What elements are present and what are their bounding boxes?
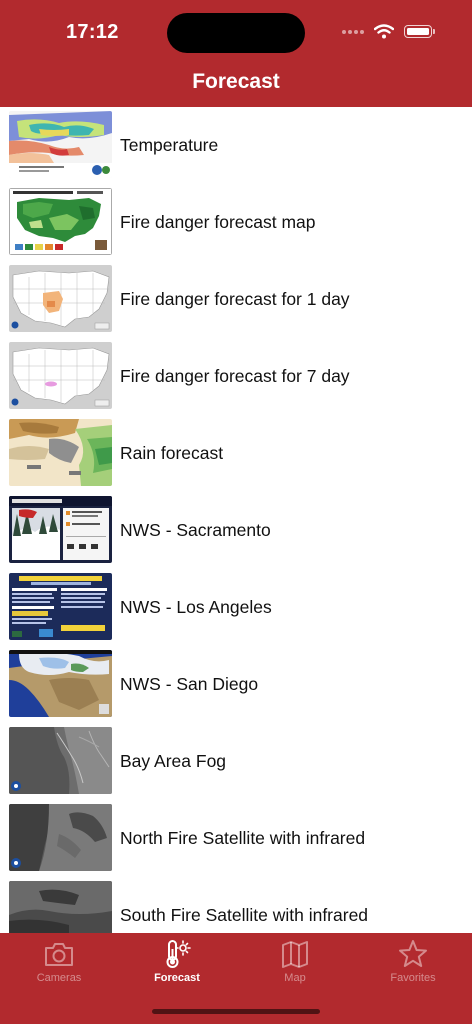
tab-label: Forecast — [154, 972, 200, 984]
home-indicator[interactable] — [152, 1009, 320, 1014]
list-item-label: Rain forecast — [120, 443, 224, 463]
dynamic-island — [167, 13, 305, 53]
list-item-label: NWS - San Diego — [120, 674, 259, 694]
list-item-label: Fire danger forecast map — [120, 212, 316, 232]
fire-danger-1day-thumbnail — [9, 265, 112, 332]
list-item-fire-danger-7day[interactable]: Fire danger forecast for 7 day — [0, 338, 472, 415]
cellular-signal-icon — [342, 29, 364, 34]
rain-forecast-thumbnail — [9, 419, 112, 486]
tab-cameras[interactable]: Cameras — [0, 933, 118, 993]
navigation-header: 17:12 Forecast — [0, 0, 472, 107]
temperature-map-thumbnail — [9, 111, 112, 178]
status-indicators — [342, 24, 435, 39]
nws-los-angeles-thumbnail — [9, 573, 112, 640]
north-satellite-thumbnail — [9, 804, 112, 871]
list-item-north-satellite[interactable]: North Fire Satellite with infrared — [0, 800, 472, 877]
list-item-south-satellite[interactable]: South Fire Satellite with infrared — [0, 877, 472, 933]
list-item-label: Bay Area Fog — [120, 751, 227, 771]
list-item-label: Fire danger forecast for 1 day — [120, 289, 350, 309]
list-item-fire-danger-map[interactable]: Fire danger forecast map — [0, 184, 472, 261]
thermometer-icon — [166, 940, 191, 968]
nws-sacramento-thumbnail — [9, 496, 112, 563]
forecast-list[interactable]: Temperature Fire danger forecast map Fir… — [0, 107, 472, 933]
south-satellite-thumbnail — [9, 881, 112, 933]
list-item-label: NWS - Los Angeles — [120, 597, 272, 617]
list-item-label: North Fire Satellite with infrared — [120, 828, 366, 848]
list-item-nws-san-diego[interactable]: NWS - San Diego — [0, 646, 472, 723]
tab-map[interactable]: Map — [236, 933, 354, 993]
list-item-nws-los-angeles[interactable]: NWS - Los Angeles — [0, 569, 472, 646]
fire-danger-7day-thumbnail — [9, 342, 112, 409]
list-item-label: South Fire Satellite with infrared — [120, 905, 369, 925]
list-item-label: Fire danger forecast for 7 day — [120, 366, 350, 386]
battery-icon — [404, 25, 435, 38]
list-item-nws-sacramento[interactable]: NWS - Sacramento — [0, 492, 472, 569]
wifi-icon — [374, 24, 394, 39]
fire-danger-map-thumbnail — [9, 188, 112, 255]
page-title: Forecast — [192, 70, 280, 93]
tab-label: Cameras — [36, 972, 82, 984]
nws-san-diego-thumbnail — [9, 650, 112, 717]
tab-label: Favorites — [390, 972, 436, 984]
tab-favorites[interactable]: Favorites — [354, 933, 472, 993]
star-icon — [399, 940, 427, 967]
map-icon — [282, 941, 308, 968]
list-item-label: NWS - Sacramento — [120, 520, 271, 540]
list-item-fire-danger-1day[interactable]: Fire danger forecast for 1 day — [0, 261, 472, 338]
list-item-temperature[interactable]: Temperature — [0, 107, 472, 184]
list-item-bay-area-fog[interactable]: Bay Area Fog — [0, 723, 472, 800]
list-item-rain-forecast[interactable]: Rain forecast — [0, 415, 472, 492]
tab-label: Map — [284, 972, 306, 984]
status-time: 17:12 — [66, 21, 119, 43]
camera-icon — [45, 943, 73, 966]
list-item-label: Temperature — [120, 135, 219, 155]
tab-forecast[interactable]: Forecast — [118, 933, 236, 993]
bay-area-fog-thumbnail — [9, 727, 112, 794]
